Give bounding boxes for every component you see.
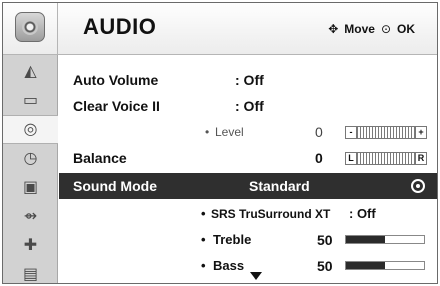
level-label: Level	[215, 125, 244, 139]
balance-row[interactable]: Balance 0 L R	[59, 145, 437, 171]
balance-value: 0	[315, 150, 323, 166]
balance-max-label: R	[415, 153, 426, 164]
navigation-hint: ✥ Move ⊙ OK	[328, 22, 415, 36]
support-icon: ✚	[23, 236, 38, 254]
srs-row[interactable]: • SRS TruSurround XT : Off	[59, 201, 437, 227]
bass-level-fill	[346, 262, 385, 269]
audio-settings-list: Auto Volume : Off Clear Voice II : Off •…	[59, 55, 437, 283]
sidebar-item-input[interactable]: ⇴	[3, 202, 58, 231]
auto-volume-value: : Off	[235, 72, 264, 88]
balance-min-label: L	[346, 153, 357, 164]
sidebar-item-time[interactable]: ◷	[3, 144, 58, 173]
auto-volume-row[interactable]: Auto Volume : Off	[59, 67, 437, 93]
ok-label: OK	[397, 22, 415, 36]
time-icon: ◷	[23, 149, 38, 167]
sidebar-item-screen[interactable]: ▭	[3, 86, 58, 115]
sound-mode-row[interactable]: Sound Mode Standard	[59, 173, 437, 199]
treble-level-bar[interactable]	[345, 235, 425, 244]
srs-value: : Off	[349, 206, 376, 221]
category-sidebar: ◭ ▭ ◎ ◷ ▣ ⇴ ✚ ▤	[3, 55, 58, 283]
level-row[interactable]: • Level 0 - +	[59, 119, 437, 145]
audio-speaker-icon	[15, 12, 45, 42]
balance-slider[interactable]: L R	[345, 152, 427, 165]
level-slider[interactable]: - +	[345, 126, 427, 139]
treble-value: 50	[317, 232, 333, 248]
auto-volume-label: Auto Volume	[73, 72, 159, 88]
bass-bullet: •	[201, 258, 206, 273]
treble-bullet: •	[201, 232, 206, 247]
sound-mode-label: Sound Mode	[73, 178, 157, 194]
srs-label: SRS TruSurround XT	[211, 207, 331, 221]
lock-icon: ▣	[22, 178, 39, 196]
clear-voice-value: : Off	[235, 98, 264, 114]
picture-icon: ◭	[24, 62, 37, 80]
treble-level-fill	[346, 236, 385, 243]
sidebar-item-picture[interactable]: ◭	[3, 57, 58, 86]
sound-mode-value: Standard	[249, 178, 310, 194]
ok-circle-icon: ⊙	[380, 22, 391, 36]
scroll-down-arrow-icon[interactable]	[250, 272, 262, 280]
clear-voice-label: Clear Voice II	[73, 98, 160, 114]
balance-label: Balance	[73, 150, 127, 166]
sidebar-item-support[interactable]: ✚	[3, 231, 58, 260]
move-arrows-icon: ✥	[328, 22, 339, 36]
sidebar-item-media[interactable]: ▤	[3, 260, 58, 283]
treble-label: Treble	[213, 232, 252, 247]
bass-label: Bass	[213, 258, 245, 273]
screen-icon: ▭	[22, 91, 39, 109]
treble-row[interactable]: • Treble 50	[59, 227, 437, 253]
srs-bullet: •	[201, 206, 206, 221]
level-value: 0	[315, 124, 323, 140]
move-label: Move	[344, 22, 375, 36]
selected-radio-icon	[411, 179, 425, 193]
page-title: AUDIO	[83, 14, 157, 39]
sidebar-item-audio[interactable]: ◎	[3, 115, 58, 144]
media-icon: ▤	[22, 265, 39, 283]
bass-row[interactable]: • Bass 50	[59, 253, 437, 279]
bass-value: 50	[317, 258, 333, 274]
sidebar-item-lock[interactable]: ▣	[3, 173, 58, 202]
input-icon: ⇴	[23, 207, 38, 225]
clear-voice-row[interactable]: Clear Voice II : Off	[59, 93, 437, 119]
menu-header: AUDIO ✥ Move ⊙ OK	[3, 3, 437, 55]
level-min-label: -	[346, 127, 357, 138]
header-icon-box	[3, 3, 58, 55]
level-max-label: +	[415, 127, 426, 138]
audio-menu-window: AUDIO ✥ Move ⊙ OK ◭ ▭ ◎ ◷ ▣ ⇴ ✚ ▤ Auto V…	[2, 2, 438, 284]
bass-level-bar[interactable]	[345, 261, 425, 270]
audio-icon: ◎	[23, 120, 38, 138]
level-bullet: •	[205, 125, 210, 139]
